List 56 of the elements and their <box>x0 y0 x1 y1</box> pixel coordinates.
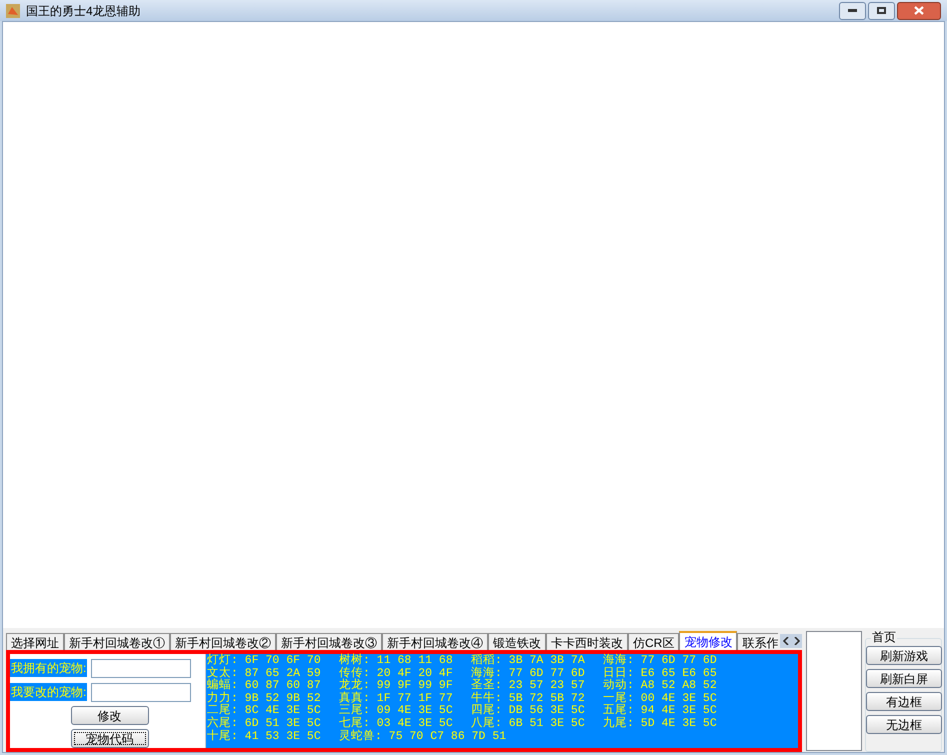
pet-code: 灯灯: 6F 70 6F 70 <box>207 655 322 667</box>
side-button[interactable]: 无边框 <box>866 715 942 734</box>
pet-code: 七尾: 03 4E 3E 5C <box>339 718 454 730</box>
pet-code: 稻稻: 3B 7A 3B 7A <box>471 655 586 667</box>
pet-code: 真真: 1F 77 1F 77 <box>339 692 454 705</box>
tab[interactable]: 锻造铁改 <box>488 633 546 650</box>
pet-code: 九尾: 5D 4E 3E 5C <box>603 718 718 731</box>
tab[interactable]: 新手村回城卷改④ <box>382 633 488 650</box>
tab[interactable]: 选择网址 <box>6 633 64 650</box>
pet-code: 牛牛: 5B 72 5B 72 <box>471 692 586 705</box>
list-box[interactable] <box>806 631 862 751</box>
field-label: 我拥有的宠物: <box>10 659 88 677</box>
pet-code: 一尾: 00 4E 3E 5C <box>603 692 718 705</box>
pet-code: 灵蛇兽: 75 70 C7 86 7D 51 <box>339 730 506 744</box>
pet-code: 十尾: 41 53 3E 5C <box>207 730 322 744</box>
pet-code: 动动: A8 52 A8 52 <box>603 680 718 692</box>
action-button[interactable]: 宠物代码 <box>70 729 148 748</box>
tab[interactable]: 卡卡西时装改 <box>546 633 628 650</box>
pet-code: 蝙蝠: 60 87 60 87 <box>207 680 322 692</box>
pet-code: 文太: 87 65 2A 59 <box>207 668 322 680</box>
window-title: 国王的勇士4龙恩辅助 <box>26 2 141 20</box>
pet-code: 海海: 77 6D 77 6D <box>603 655 718 667</box>
pet-code: 五尾: 94 4E 3E 5C <box>603 705 718 718</box>
group-title: 首页 <box>871 631 897 644</box>
close-button[interactable] <box>897 2 941 20</box>
input-field[interactable] <box>91 658 192 678</box>
pet-code: 三尾: 09 4E 3E 5C <box>339 705 454 718</box>
pet-code: 八尾: 6B 51 3E 5C <box>471 718 586 731</box>
pet-code: 海海: 77 6D 77 6D <box>471 668 586 680</box>
tab[interactable]: 宠物修改 <box>679 631 738 650</box>
tab[interactable]: 新手村回城卷改① <box>64 633 170 650</box>
pet-code: 二尾: 8C 4E 3E 5C <box>207 705 322 718</box>
scroll-right-button[interactable] <box>791 634 802 648</box>
tab[interactable]: 联系作 <box>737 633 778 650</box>
pet-code: 龙龙: 99 9F 99 9F <box>339 680 454 692</box>
close-icon <box>914 6 924 15</box>
pet-code: 六尾: 6D 51 3E 5C <box>207 718 322 730</box>
side-button[interactable]: 刷新游戏 <box>866 646 942 665</box>
pet-code: 四尾: DB 56 3E 5C <box>471 705 586 718</box>
side-button[interactable]: 有边框 <box>866 692 942 711</box>
field-label: 我要改的宠物: <box>10 683 88 701</box>
pet-code: 力力: 9B 52 9B 52 <box>207 692 322 705</box>
minimize-button[interactable] <box>839 2 866 20</box>
pet-code: 树树: 11 68 11 68 <box>339 655 454 667</box>
tab[interactable]: 新手村回城卷改② <box>170 633 276 650</box>
input-field[interactable] <box>91 682 192 702</box>
pet-code: 传传: 20 4F 20 4F <box>339 668 454 680</box>
tab[interactable]: 新手村回城卷改③ <box>276 633 382 650</box>
scroll-left-button[interactable] <box>780 634 791 648</box>
side-button[interactable]: 刷新白屏 <box>866 669 942 688</box>
app-icon <box>6 4 20 18</box>
pet-code: 日日: E6 65 E6 65 <box>603 668 718 680</box>
tab[interactable]: 仿CR区 <box>628 633 680 650</box>
maximize-button[interactable] <box>868 2 895 20</box>
action-button[interactable]: 修改 <box>70 706 148 725</box>
pet-code: 圣圣: 23 57 23 57 <box>471 680 586 692</box>
